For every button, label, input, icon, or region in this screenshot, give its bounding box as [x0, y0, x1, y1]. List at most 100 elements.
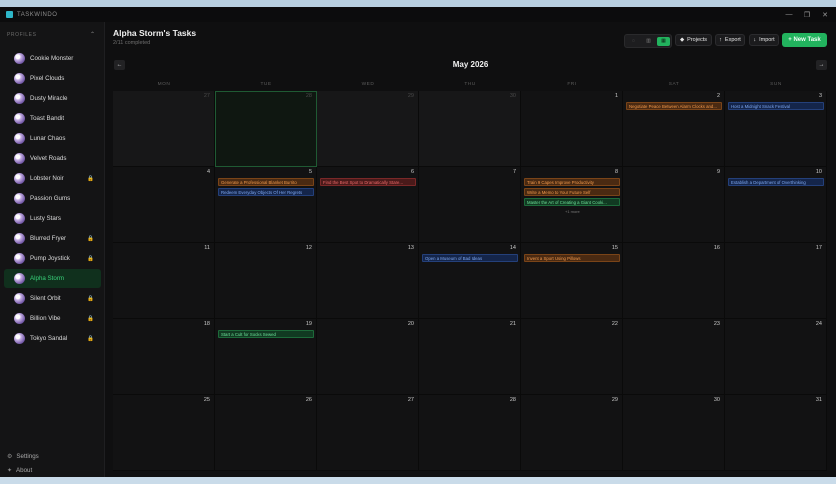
calendar-day-cell[interactable]: 28 — [215, 91, 317, 167]
profile-item[interactable]: Lunar Chaos — [4, 129, 101, 148]
month-label: May 2026 — [452, 60, 489, 69]
day-number: 23 — [713, 321, 720, 327]
export-button[interactable]: ↑ Export — [715, 34, 745, 46]
day-number: 24 — [815, 321, 822, 327]
calendar-day-cell[interactable]: 21 — [419, 319, 521, 395]
profile-item[interactable]: Billion Vibe 🔒 — [4, 309, 101, 328]
calendar-day-cell[interactable]: 20 — [317, 319, 419, 395]
task-event[interactable]: Start a Cult for Socks Sewed — [218, 330, 314, 338]
day-number: 27 — [407, 397, 414, 403]
profile-item[interactable]: Dusty Miracle — [4, 89, 101, 108]
lock-icon: 🔒 — [87, 335, 94, 342]
calendar-day-cell[interactable]: 17 — [725, 243, 827, 319]
profile-item[interactable]: Tokyo Sandal 🔒 — [4, 329, 101, 348]
calendar-day-cell[interactable]: 18 — [113, 319, 215, 395]
profile-name: Silent Orbit — [30, 295, 61, 302]
task-event[interactable]: Write a Memo to Your Future Self — [524, 188, 620, 196]
profile-item[interactable]: Passion Gums — [4, 189, 101, 208]
calendar-day-cell[interactable]: 23 — [623, 319, 725, 395]
new-task-button[interactable]: + New Task — [782, 33, 827, 47]
profile-item[interactable]: Blurred Fryer 🔒 — [4, 229, 101, 248]
board-view-icon[interactable]: ▥ — [642, 37, 655, 46]
calendar-day-cell[interactable]: 27 — [113, 91, 215, 167]
list-view-icon[interactable]: ◌ — [627, 37, 640, 46]
page-title: Alpha Storm's Tasks — [113, 28, 197, 38]
task-event[interactable]: Establish a Department of Overthinking — [728, 178, 824, 186]
profile-name: Blurred Fryer — [30, 235, 67, 242]
weekday-header: FRI — [567, 82, 577, 87]
calendar-day-cell[interactable]: 28 — [419, 395, 521, 471]
calendar-day-cell[interactable]: 4 — [113, 167, 215, 243]
view-toggle: ◌ ▥ ▦ — [624, 34, 672, 48]
desktop-strip — [0, 477, 836, 484]
profile-item[interactable]: Silent Orbit 🔒 — [4, 289, 101, 308]
calendar-day-cell[interactable]: 12 — [215, 243, 317, 319]
day-number: 11 — [204, 245, 210, 251]
calendar-day-cell[interactable]: 29 — [521, 395, 623, 471]
chevron-up-icon[interactable]: ⌃ — [90, 31, 95, 38]
lock-icon: 🔒 — [87, 235, 94, 242]
profile-item[interactable]: Toast Bandit — [4, 109, 101, 128]
calendar-view-icon[interactable]: ▦ — [657, 36, 670, 46]
task-event[interactable]: Redeem Everyday Objects Of Her Regrets — [218, 188, 314, 196]
task-event[interactable]: Train 9 Capes Improve Productivity — [524, 178, 620, 186]
profile-item[interactable]: Pump Joystick 🔒 — [4, 249, 101, 268]
export-label: Export — [724, 37, 741, 43]
close-icon[interactable]: ✕ — [814, 7, 836, 22]
task-event[interactable]: Generate a Professional Blanket Burrito — [218, 178, 314, 186]
profile-item[interactable]: Lusty Stars — [4, 209, 101, 228]
calendar-day-cell[interactable]: 7 — [419, 167, 521, 243]
day-number: 16 — [713, 245, 720, 251]
projects-button[interactable]: ◆ Projects — [675, 34, 712, 46]
day-number: 7 — [512, 169, 516, 175]
task-event[interactable]: Open a Museum of Bad Ideas — [422, 254, 518, 262]
task-event[interactable]: Host a Midnight Snack Festival — [728, 102, 824, 110]
day-number: 14 — [509, 245, 516, 251]
calendar-day-cell[interactable]: 24 — [725, 319, 827, 395]
day-number: 22 — [611, 321, 618, 327]
profile-item[interactable]: Cookie Monster — [4, 49, 101, 68]
task-event[interactable]: Master the Art of Creating a Giant Cooki… — [524, 198, 620, 206]
next-month-button[interactable]: → — [816, 60, 827, 70]
import-button[interactable]: ↓ Import — [749, 34, 779, 46]
calendar-day-cell[interactable]: 13 — [317, 243, 419, 319]
day-number: 27 — [203, 93, 210, 99]
upload-icon: ↑ — [719, 37, 722, 43]
calendar-day-cell[interactable]: 22 — [521, 319, 623, 395]
profile-item[interactable]: Lobster Noir 🔒 — [4, 169, 101, 188]
calendar-day-cell[interactable]: 29 — [317, 91, 419, 167]
calendar-day-cell[interactable]: 31 — [725, 395, 827, 471]
weekday-header: TUE — [260, 82, 272, 87]
download-icon: ↓ — [753, 37, 757, 43]
profile-item[interactable]: Velvet Roads — [4, 149, 101, 168]
profile-name: Billion Vibe — [30, 315, 61, 322]
calendar-day-cell[interactable]: 11 — [113, 243, 215, 319]
calendar-day-cell[interactable]: 9 — [623, 167, 725, 243]
task-event[interactable]: Invent a Sport Using Pillows — [524, 254, 620, 262]
day-number: 28 — [509, 397, 516, 403]
avatar — [14, 333, 25, 344]
sidebar: PROFILES ⌃ Cookie Monster Pixel Clouds Dus… — [0, 22, 105, 477]
calendar-day-cell[interactable]: 30 — [419, 91, 521, 167]
calendar-day-cell[interactable]: 26 — [215, 395, 317, 471]
task-event[interactable]: Negotiate Peace Between Alarm Clocks and… — [626, 102, 722, 110]
calendar-day-cell[interactable]: 27 — [317, 395, 419, 471]
profile-name: Passion Gums — [30, 195, 71, 202]
profile-name: Pump Joystick — [30, 255, 70, 262]
profile-item[interactable]: Alpha Storm — [4, 269, 101, 288]
calendar-day-cell[interactable]: 30 — [623, 395, 725, 471]
about-link[interactable]: ✦ About — [7, 467, 32, 474]
day-number: 29 — [407, 93, 414, 99]
more-events-link[interactable]: +1 more — [565, 209, 580, 214]
calendar-day-cell[interactable]: 16 — [623, 243, 725, 319]
avatar — [14, 253, 25, 264]
profile-item[interactable]: Pixel Clouds — [4, 69, 101, 88]
settings-link[interactable]: ⚙ Settings — [7, 453, 39, 460]
day-number: 4 — [206, 169, 210, 175]
calendar-day-cell[interactable]: 1 — [521, 91, 623, 167]
day-number: 9 — [716, 169, 720, 175]
profile-name: Dusty Miracle — [30, 95, 68, 102]
calendar-day-cell[interactable]: 25 — [113, 395, 215, 471]
task-event[interactable]: Find the Best Spot to Dramatically Stare… — [320, 178, 416, 186]
avatar — [14, 133, 25, 144]
